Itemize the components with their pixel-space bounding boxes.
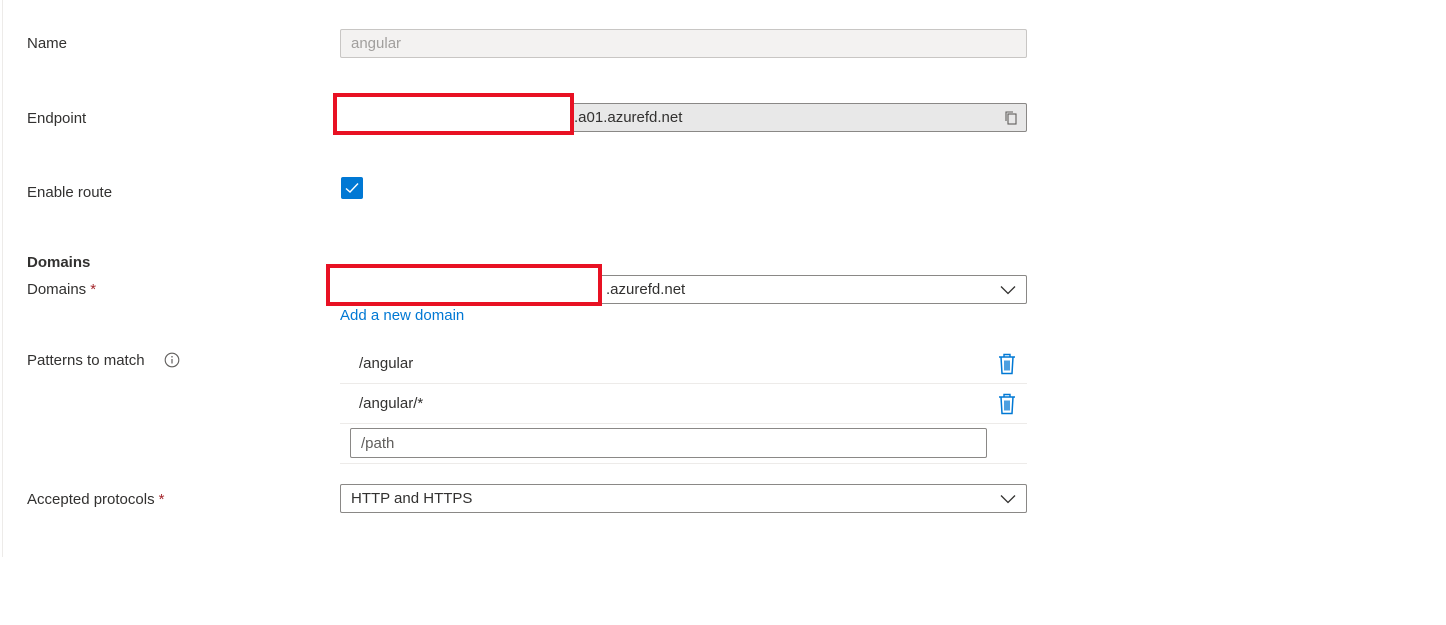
patterns-label-text: Patterns to match [27, 352, 145, 369]
domains-redaction-box [326, 264, 602, 306]
copy-icon[interactable] [1003, 110, 1019, 126]
enable-route-checkbox[interactable] [341, 177, 363, 199]
left-divider [2, 0, 3, 557]
chevron-down-icon [1000, 286, 1016, 295]
protocols-label-text: Accepted protocols [27, 491, 155, 508]
domains-required-mark: * [90, 281, 97, 298]
pattern-text: /angular/* [359, 395, 424, 412]
name-value: angular [351, 35, 402, 52]
endpoint-label: Endpoint [27, 110, 86, 127]
protocols-required-mark: * [158, 491, 165, 508]
endpoint-label-text: Endpoint [27, 110, 87, 127]
new-pattern-row [340, 423, 1027, 464]
accepted-protocols-select[interactable]: HTTP and HTTPS [340, 484, 1027, 513]
domains-value-suffix: .azurefd.net [606, 281, 686, 298]
delete-pattern-icon[interactable] [997, 353, 1017, 375]
patterns-label: Patterns to match [27, 352, 145, 369]
endpoint-value-suffix: .a01.azurefd.net [574, 109, 683, 126]
pattern-text: /angular [359, 355, 414, 372]
domains-label: Domains * [27, 281, 96, 298]
enable-route-label-text: Enable route [27, 184, 113, 201]
pattern-row-angular-wildcard: /angular/* [340, 384, 1027, 424]
name-field: angular [340, 29, 1027, 58]
pattern-row-angular: /angular [340, 344, 1027, 384]
info-icon[interactable] [164, 352, 180, 368]
add-new-domain-link[interactable]: Add a new domain [340, 307, 464, 324]
endpoint-redaction-box [333, 93, 574, 135]
checkmark-icon [345, 183, 359, 193]
new-pattern-input[interactable] [350, 428, 987, 458]
protocols-value: HTTP and HTTPS [351, 490, 473, 507]
enable-route-label: Enable route [27, 184, 112, 201]
domains-label-text: Domains [27, 281, 87, 298]
chevron-down-icon [1000, 495, 1016, 504]
protocols-label: Accepted protocols * [27, 491, 164, 508]
name-label: Name [27, 35, 67, 52]
domains-section-title: Domains [27, 254, 91, 271]
delete-pattern-icon[interactable] [997, 393, 1017, 415]
name-label-text: Name [27, 35, 68, 52]
